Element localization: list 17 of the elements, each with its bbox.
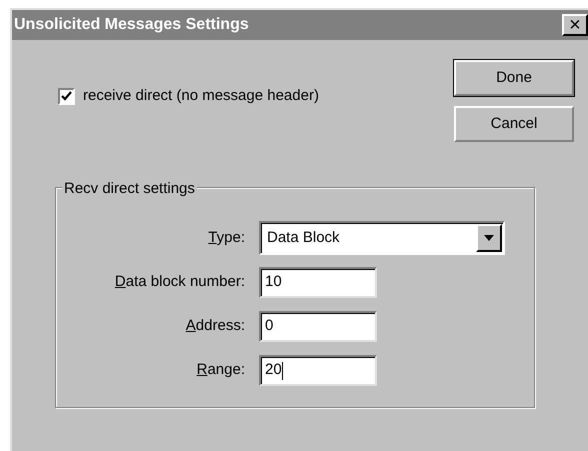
close-button[interactable]: × <box>562 14 588 36</box>
checkbox[interactable] <box>58 88 75 105</box>
checkbox-label: receive direct (no message header) <box>83 86 319 106</box>
input-field[interactable]: 10 <box>259 267 377 298</box>
checkmark-icon <box>61 91 72 102</box>
input-field[interactable]: 20 <box>259 355 377 386</box>
field-label: Type: <box>207 228 246 248</box>
dialog-button[interactable]: Cancel <box>454 106 574 142</box>
field-label: Data block number: <box>114 272 246 292</box>
type-dropdown[interactable]: Data Block <box>259 221 505 255</box>
caret-icon <box>484 235 494 241</box>
input-field[interactable]: 0 <box>259 311 377 342</box>
field-label: Range: <box>196 360 246 380</box>
window-title: Unsolicited Messages Settings <box>14 15 250 35</box>
field-label: Address: <box>184 316 246 336</box>
dropdown-arrow-button[interactable] <box>476 224 502 252</box>
dialog-button[interactable]: Done <box>454 60 574 96</box>
